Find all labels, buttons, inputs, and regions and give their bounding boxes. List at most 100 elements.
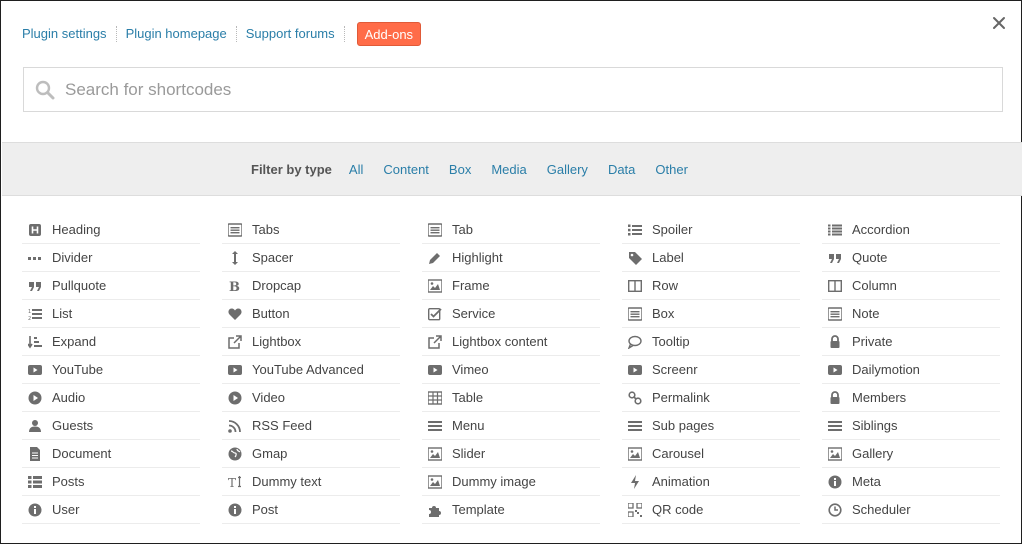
- shortcode-menu[interactable]: Menu: [422, 412, 600, 440]
- picture-icon: [428, 446, 442, 461]
- shortcode-dailymotion[interactable]: Dailymotion: [822, 356, 1000, 384]
- shortcode-service[interactable]: Service: [422, 300, 600, 328]
- external-link-icon: [428, 334, 442, 349]
- shortcode-heading[interactable]: Heading: [22, 216, 200, 244]
- shortcode-tab[interactable]: Tab: [422, 216, 600, 244]
- shortcode-label: Siblings: [852, 418, 898, 433]
- shortcode-divider[interactable]: Divider: [22, 244, 200, 272]
- shortcode-document[interactable]: Document: [22, 440, 200, 468]
- shortcode-row[interactable]: Row: [622, 272, 800, 300]
- shortcode-animation[interactable]: Animation: [622, 468, 800, 496]
- shortcode-label: Lightbox: [252, 334, 302, 349]
- shortcode-scheduler[interactable]: Scheduler: [822, 496, 1000, 524]
- shortcode-audio[interactable]: Audio: [22, 384, 200, 412]
- shortcode-label: Quote: [852, 250, 888, 265]
- shortcode-frame[interactable]: Frame: [422, 272, 600, 300]
- shortcode-note[interactable]: Note: [822, 300, 1000, 328]
- shortcode-tabs[interactable]: Tabs: [222, 216, 400, 244]
- shortcode-private[interactable]: Private: [822, 328, 1000, 356]
- youtube-icon: [628, 363, 642, 377]
- shortcode-label: Document: [52, 446, 112, 461]
- shortcode-pullquote[interactable]: Pullquote: [22, 272, 200, 300]
- sort-icon: [28, 335, 42, 349]
- shortcode-gallery[interactable]: Gallery: [822, 440, 1000, 468]
- youtube-icon: [228, 363, 242, 377]
- shortcode-youtube[interactable]: YouTube: [22, 356, 200, 384]
- shortcode-button[interactable]: Button: [222, 300, 400, 328]
- list-icon: [828, 223, 842, 237]
- shortcode-tooltip[interactable]: Tooltip: [622, 328, 800, 356]
- shortcode-gmap[interactable]: Gmap: [222, 440, 400, 468]
- shortcode-spoiler[interactable]: Spoiler: [622, 216, 800, 244]
- shortcode-permalink[interactable]: Permalink: [622, 384, 800, 412]
- shortcode-youtube-advanced[interactable]: YouTube Advanced: [222, 356, 400, 384]
- shortcode-sub-pages[interactable]: Sub pages: [622, 412, 800, 440]
- shortcode-post[interactable]: Post: [222, 496, 400, 524]
- shortcode-posts[interactable]: Posts: [22, 468, 200, 496]
- shortcode-label: Table: [452, 390, 484, 405]
- shortcode-column[interactable]: Column: [822, 272, 1000, 300]
- close-icon[interactable]: [990, 14, 1008, 32]
- shortcode-video[interactable]: Video: [222, 384, 400, 412]
- shortcode-carousel[interactable]: Carousel: [622, 440, 800, 468]
- shortcode-guests[interactable]: Guests: [22, 412, 200, 440]
- pencil-icon: [428, 251, 442, 265]
- shortcode-expand[interactable]: Expand: [22, 328, 200, 356]
- shortcode-label: Highlight: [452, 250, 503, 265]
- shortcode-label: Lightbox content: [452, 334, 548, 349]
- shortcode-members[interactable]: Members: [822, 384, 1000, 412]
- shortcode-rss-feed[interactable]: RSS Feed: [222, 412, 400, 440]
- shortcode-lightbox-content[interactable]: Lightbox content: [422, 328, 600, 356]
- shortcode-slider[interactable]: Slider: [422, 440, 600, 468]
- shortcode-meta[interactable]: Meta: [822, 468, 1000, 496]
- support-forums-link[interactable]: Support forums: [246, 22, 335, 46]
- shortcode-screenr[interactable]: Screenr: [622, 356, 800, 384]
- youtube-icon: [828, 363, 842, 377]
- search-input[interactable]: [65, 68, 985, 111]
- lock-icon: [828, 390, 842, 405]
- filter-data[interactable]: Data: [604, 162, 639, 177]
- shortcode-box[interactable]: Box: [622, 300, 800, 328]
- filter-content[interactable]: Content: [379, 162, 433, 177]
- shortcode-list[interactable]: 1 2 List: [22, 300, 200, 328]
- puzzle-icon: [428, 503, 442, 517]
- list-alt-icon: [228, 222, 242, 237]
- shortcode-label: Audio: [52, 390, 86, 405]
- shortcode-label: Note: [852, 306, 880, 321]
- shortcode-quote[interactable]: Quote: [822, 244, 1000, 272]
- shortcode-label: Tooltip: [652, 334, 690, 349]
- shortcode-vimeo[interactable]: Vimeo: [422, 356, 600, 384]
- addons-button[interactable]: Add-ons: [356, 22, 422, 46]
- shortcode-table[interactable]: Table: [422, 384, 600, 412]
- shortcode-label: Animation: [652, 474, 710, 489]
- shortcode-template[interactable]: Template: [422, 496, 600, 524]
- picture-icon: [828, 446, 842, 461]
- shortcode-qr-code[interactable]: QR code: [622, 496, 800, 524]
- shortcode-column: Tab Highlight Frame Service Lightbox content…: [422, 216, 600, 524]
- shortcode-label: Post: [252, 502, 279, 517]
- shortcode-label: Dummy image: [452, 474, 536, 489]
- filter-media[interactable]: Media: [487, 162, 530, 177]
- filter-other[interactable]: Other: [651, 162, 692, 177]
- shortcode-label: Carousel: [652, 446, 705, 461]
- shortcode-siblings[interactable]: Siblings: [822, 412, 1000, 440]
- shortcode-label: Expand: [52, 334, 97, 349]
- plugin-settings-link[interactable]: Plugin settings: [22, 22, 107, 46]
- shortcode-highlight[interactable]: Highlight: [422, 244, 600, 272]
- shortcode-lightbox[interactable]: Lightbox: [222, 328, 400, 356]
- list-alt-icon: [828, 306, 842, 321]
- shortcode-accordion[interactable]: Accordion: [822, 216, 1000, 244]
- shortcode-dropcap[interactable]: B Dropcap: [222, 272, 400, 300]
- shortcode-label: User: [52, 502, 80, 517]
- shortcode-dummy-text[interactable]: T Dummy text: [222, 468, 400, 496]
- shortcode-user[interactable]: User: [22, 496, 200, 524]
- filter-gallery[interactable]: Gallery: [543, 162, 592, 177]
- shortcode-label[interactable]: Label: [622, 244, 800, 272]
- shortcode-label: Box: [652, 306, 675, 321]
- shortcode-label: Label: [652, 250, 684, 265]
- shortcode-spacer[interactable]: Spacer: [222, 244, 400, 272]
- plugin-homepage-link[interactable]: Plugin homepage: [126, 22, 227, 46]
- filter-box[interactable]: Box: [445, 162, 475, 177]
- filter-all[interactable]: All: [345, 162, 367, 177]
- shortcode-dummy-image[interactable]: Dummy image: [422, 468, 600, 496]
